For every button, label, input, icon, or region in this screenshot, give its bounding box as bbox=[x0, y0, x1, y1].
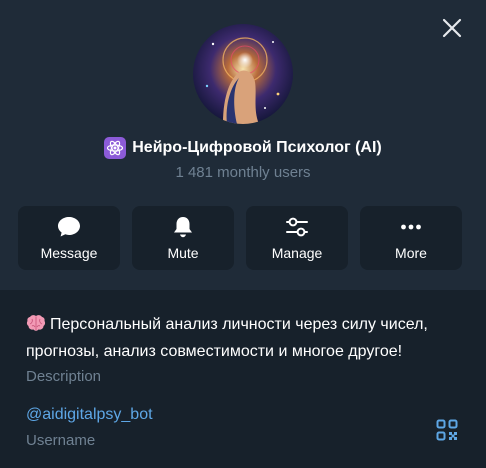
close-icon[interactable] bbox=[440, 16, 464, 40]
monthly-users: 1 481 monthly users bbox=[175, 164, 311, 181]
brain-icon bbox=[26, 314, 46, 340]
description-label: Description bbox=[26, 368, 102, 385]
more-button[interactable]: More bbox=[360, 206, 462, 270]
message-label: Message bbox=[40, 245, 98, 261]
description-text[interactable]: Персональный анализ личности через силу … bbox=[26, 313, 466, 364]
mute-button[interactable]: Mute bbox=[132, 206, 234, 270]
chat-bubble-icon bbox=[56, 215, 82, 239]
manage-button[interactable]: Manage bbox=[246, 206, 348, 270]
more-dots-icon bbox=[398, 215, 424, 239]
profile-name: Нейро-Цифровой Психолог (AI) bbox=[132, 139, 382, 156]
username-label: Username bbox=[26, 432, 96, 449]
qr-code-icon[interactable] bbox=[436, 419, 458, 441]
description-section: Персональный анализ личности через силу … bbox=[26, 313, 466, 385]
description-value: Персональный анализ личности через силу … bbox=[26, 316, 428, 360]
mute-label: Mute bbox=[167, 245, 199, 261]
manage-label: Manage bbox=[271, 245, 323, 261]
more-label: More bbox=[395, 245, 427, 261]
message-button[interactable]: Message bbox=[18, 206, 120, 270]
profile-title-row: Нейро-Цифровой Психолог (AI) bbox=[0, 137, 486, 159]
action-bar: Message Mute Manage More bbox=[18, 206, 462, 270]
username-link[interactable]: @aidigitalpsy_bot bbox=[26, 406, 153, 424]
sliders-icon bbox=[284, 215, 310, 239]
atom-icon bbox=[104, 137, 127, 159]
avatar[interactable] bbox=[193, 24, 293, 124]
bell-icon bbox=[170, 215, 196, 239]
